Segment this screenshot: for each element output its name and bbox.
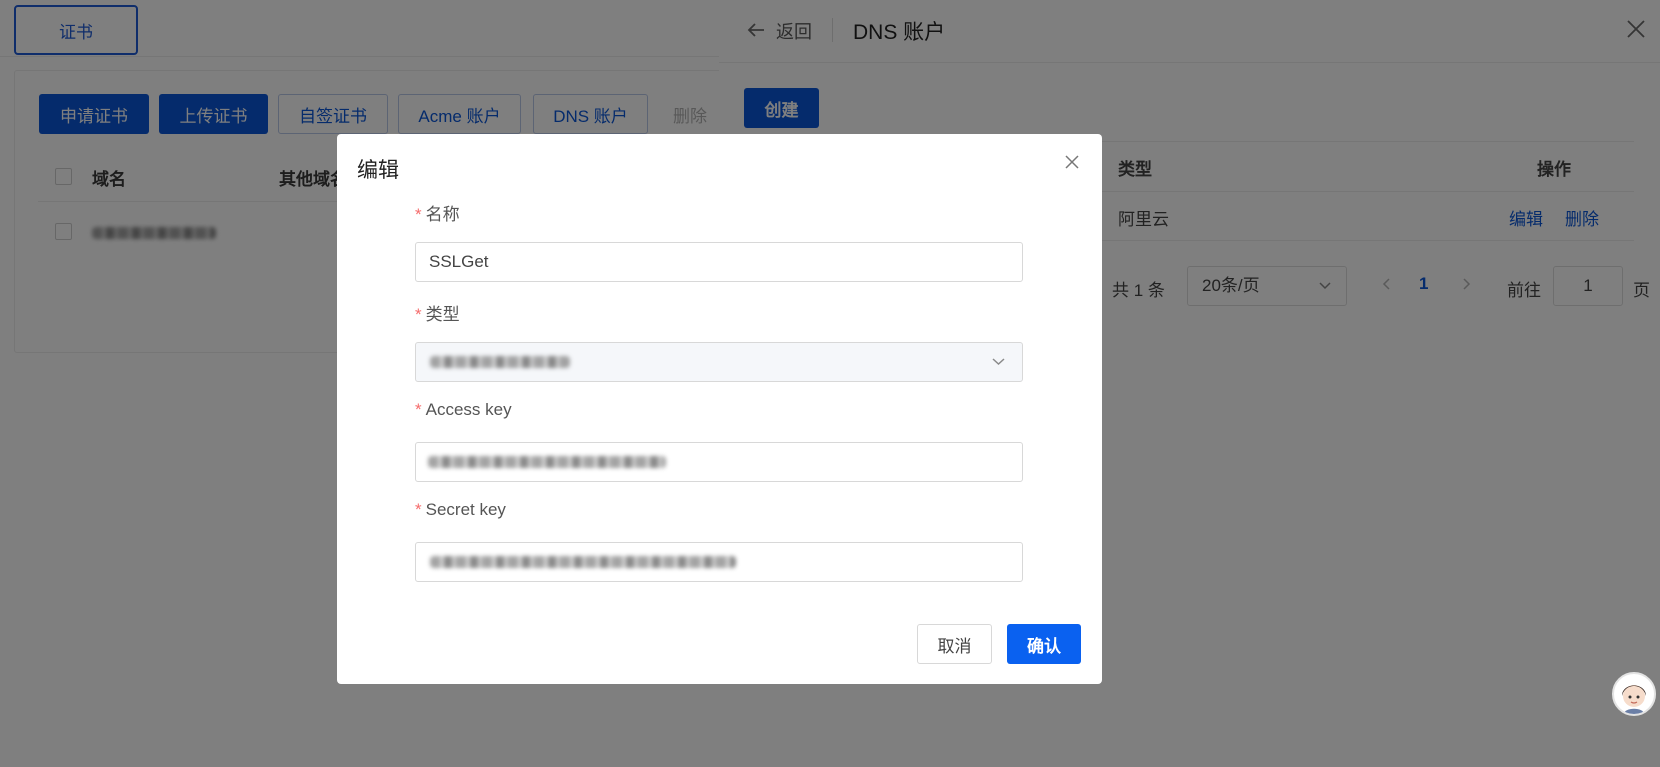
- secret-key-label: * Secret key: [415, 500, 506, 519]
- required-mark: *: [415, 500, 422, 519]
- edit-dialog: 编辑 * 名称 SSLGet * 类型 * Access key * Secret ke…: [337, 134, 1102, 684]
- confirm-button[interactable]: 确认: [1007, 624, 1081, 664]
- required-mark: *: [415, 205, 422, 224]
- name-input[interactable]: SSLGet: [415, 242, 1023, 282]
- required-mark: *: [415, 400, 422, 419]
- name-label: * 名称: [415, 205, 460, 224]
- assistant-avatar[interactable]: [1612, 672, 1656, 716]
- redacted-access-key: [428, 456, 666, 468]
- secret-key-input[interactable]: [415, 542, 1023, 582]
- dialog-title: 编辑: [357, 159, 399, 182]
- chevron-down-icon: [991, 343, 1006, 396]
- type-label: * 类型: [415, 305, 460, 324]
- type-select[interactable]: [415, 342, 1023, 382]
- required-mark: *: [415, 305, 422, 324]
- close-icon[interactable]: [1060, 151, 1084, 175]
- redacted-secret-key: [430, 556, 736, 568]
- redacted-type-value: [430, 356, 570, 368]
- access-key-label: * Access key: [415, 400, 512, 419]
- cancel-button[interactable]: 取消: [917, 624, 992, 664]
- access-key-input[interactable]: [415, 442, 1023, 482]
